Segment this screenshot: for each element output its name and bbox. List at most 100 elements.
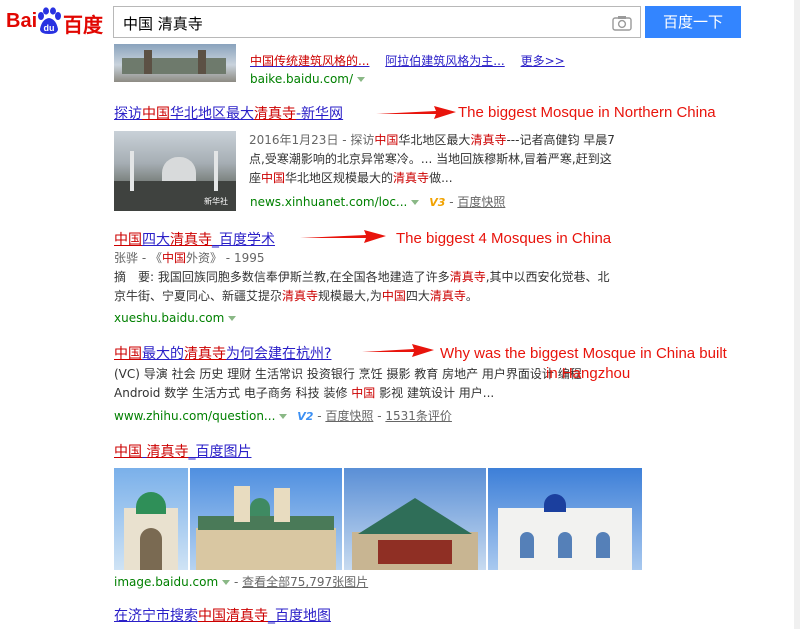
title-part: 四大 <box>142 232 170 248</box>
title-keyword: 中国 <box>114 346 142 362</box>
dropdown-icon[interactable] <box>228 316 237 321</box>
title-part: _百度学术 <box>212 232 275 248</box>
snippet-keyword: 中国 <box>261 171 286 185</box>
title-part: 最大的 <box>142 346 184 362</box>
result-1-cache[interactable]: 百度快照 <box>457 195 505 209</box>
result-1-title[interactable]: 探访中国华北地区最大清真寺-新华网 <box>114 103 343 123</box>
result-1-url[interactable]: news.xinhuanet.com/loc... <box>250 195 407 209</box>
title-keyword: 中国 <box>114 232 142 248</box>
result-2-title[interactable]: 中国四大清真寺_百度学术 <box>114 229 275 249</box>
result-3-cache[interactable]: 百度快照 <box>325 409 373 423</box>
search-button[interactable]: 百度一下 <box>645 6 741 38</box>
result-4-url[interactable]: image.baidu.com <box>114 575 218 589</box>
title-keyword: 中国 <box>142 106 170 122</box>
snippet-text: 2016年1月23日 - 探访 <box>249 133 375 147</box>
snippet-text: ,其中以西安化觉巷、北 <box>485 270 610 284</box>
snippet-keyword: 清真寺 <box>429 289 466 303</box>
annotation-2: The biggest 4 Mosques in China <box>396 230 612 247</box>
image-thumbnail[interactable] <box>114 468 188 570</box>
dropdown-icon[interactable] <box>279 414 288 419</box>
result-3-tags-2: Android 数学 生活方式 电子商务 科技 装修 中国 影视 建筑设计 用户… <box>114 384 714 403</box>
top-link-1-text: 中国传统建筑风格的... <box>250 54 370 68</box>
arrow-icon <box>376 106 456 119</box>
snippet-text: 华北地区规模最大的 <box>285 171 394 185</box>
snippet-keyword: 中国 <box>381 289 406 303</box>
author-text: 张骅 - 《 <box>114 251 162 265</box>
v2-badge[interactable]: V2 <box>297 410 313 423</box>
result-1-thumb-caption: 新华社 <box>204 197 228 206</box>
search-header: Bai du 百度 中国 清真寺 百度一下 <box>0 0 800 44</box>
dropdown-icon[interactable] <box>222 580 231 585</box>
title-keyword: 清真寺 <box>146 444 189 460</box>
tags-keyword: 中国 <box>351 386 376 400</box>
title-part: _百度地图 <box>268 608 331 624</box>
title-keyword: 中国 <box>114 444 142 460</box>
title-part: 在济宁市搜索 <box>114 608 198 624</box>
title-keyword: 清真寺 <box>170 232 212 248</box>
tags-text: 影视 建筑设计 用户... <box>375 386 495 400</box>
snippet-line: 座中国华北地区规模最大的清真寺做... <box>249 169 789 188</box>
tags-text: Android 数学 生活方式 电子商务 科技 装修 <box>114 386 352 400</box>
result-4: 中国 清真寺_百度图片 image.baidu.com - 查看全部75,797… <box>114 441 794 591</box>
snippet-text: 规模最大,为 <box>318 289 382 303</box>
dropdown-icon[interactable] <box>411 200 420 205</box>
scrollbar[interactable] <box>794 0 800 629</box>
top-result-thumbnail[interactable] <box>114 44 236 82</box>
result-4-title[interactable]: 中国 清真寺_百度图片 <box>114 441 251 461</box>
snippet-keyword: 中国 <box>374 133 399 147</box>
image-thumbnail[interactable] <box>190 468 342 570</box>
top-link-1[interactable]: 中国传统建筑风格的... <box>250 54 369 68</box>
top-result-url[interactable]: baike.baidu.com/ <box>250 72 353 86</box>
dropdown-icon[interactable] <box>357 77 366 82</box>
v3-badge[interactable]: V3 <box>429 196 445 209</box>
result-3-reviews[interactable]: 1531条评价 <box>385 409 452 423</box>
logo-text-chinese: 百度 <box>63 13 103 37</box>
snippet-line: 京牛街、宁夏同心、新疆艾提尕清真寺规模最大,为中国四大清真寺。 <box>114 287 674 306</box>
logo-text-du: du <box>44 23 55 33</box>
snippet-text: ---记者高健钧 早晨7 <box>506 133 615 147</box>
annotation-3: Why was the biggest Mosque in China buil… <box>440 345 727 362</box>
snippet-text: 四大 <box>405 289 430 303</box>
result-3-title[interactable]: 中国最大的清真寺为何会建在杭州? <box>114 343 331 363</box>
title-keyword: 中国 <box>198 608 226 624</box>
top-result: 中国传统建筑风格的... 阿拉伯建筑风格为主... 更多>> baike.bai… <box>114 44 754 92</box>
author-text: 外资》 - 1995 <box>185 251 265 265</box>
snippet-text: 。 <box>465 289 478 303</box>
annotation-1: The biggest Mosque in Northern China <box>458 104 716 121</box>
paw-icon: du <box>38 7 61 34</box>
search-box[interactable]: 中国 清真寺 <box>113 6 641 38</box>
snippet-text: 点,受寒潮影响的北京异常寒冷。... 当地回族穆斯林,冒着严寒,赶到这 <box>249 152 612 166</box>
result-5-title[interactable]: 在济宁市搜索中国清真寺_百度地图 <box>114 605 331 625</box>
title-part: -新华网 <box>296 106 344 122</box>
snippet-text: 京牛街、宁夏同心、新疆艾提尕 <box>114 289 283 303</box>
arrow-icon <box>300 230 386 243</box>
snippet-keyword: 清真寺 <box>282 289 319 303</box>
result-1-thumbnail[interactable]: 新华社 <box>114 131 236 211</box>
snippet-keyword: 清真寺 <box>449 270 486 284</box>
author-keyword: 中国 <box>161 251 186 265</box>
image-thumbnail[interactable] <box>344 468 486 570</box>
camera-icon[interactable] <box>612 15 632 31</box>
title-keyword: 清真寺 <box>226 608 268 624</box>
search-input[interactable]: 中国 清真寺 <box>123 13 203 34</box>
baidu-logo[interactable]: Bai du 百度 <box>6 6 106 38</box>
result-4-more-images[interactable]: 查看全部75,797张图片 <box>242 575 368 589</box>
snippet-text: 座 <box>249 171 262 185</box>
title-part: _百度图片 <box>188 444 252 460</box>
title-part: 探访 <box>114 106 142 122</box>
result-3-url[interactable]: www.zhihu.com/question... <box>114 409 275 423</box>
title-part: 华北地区最大 <box>170 106 254 122</box>
snippet-text: 做... <box>429 171 453 185</box>
image-thumbnail[interactable] <box>488 468 642 570</box>
separator: - <box>234 575 243 589</box>
top-link-more[interactable]: 更多>> <box>521 54 565 68</box>
snippet-keyword: 清真寺 <box>470 133 507 147</box>
title-keyword: 清真寺 <box>184 346 226 362</box>
logo-text-bai: Bai <box>6 10 38 32</box>
result-2-url[interactable]: xueshu.baidu.com <box>114 311 224 325</box>
title-keyword: 清真寺 <box>254 106 296 122</box>
result-2-author: 张骅 - 《中国外资》 - 1995 <box>114 249 674 268</box>
top-link-2[interactable]: 阿拉伯建筑风格为主... <box>385 54 504 68</box>
snippet-line: 摘 要: 我国回族同胞多数信奉伊斯兰教,在全国各地建造了许多清真寺,其中以西安化… <box>114 268 674 287</box>
snippet-text: 华北地区最大 <box>398 133 471 147</box>
